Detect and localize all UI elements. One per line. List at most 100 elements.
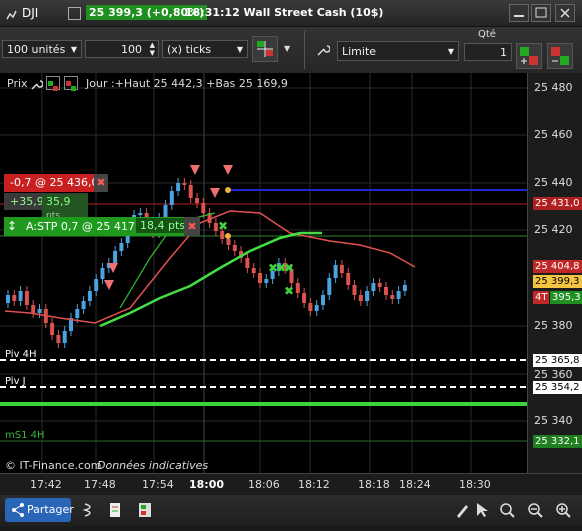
- share-button[interactable]: Partager: [5, 498, 74, 522]
- candle-body: [365, 291, 370, 301]
- sell-button[interactable]: [547, 43, 573, 69]
- candle-body: [314, 305, 319, 311]
- checkbox-icon[interactable]: [68, 7, 81, 20]
- candle-body: [56, 335, 61, 343]
- candle-body: [50, 323, 55, 335]
- quantity-select-value: 100 unités: [7, 43, 66, 56]
- candle-body: [258, 273, 262, 283]
- candle-body: [308, 303, 313, 311]
- indicators-icon[interactable]: [82, 501, 98, 519]
- step-value: 100: [121, 43, 142, 56]
- candle-body: [339, 265, 344, 273]
- candle-body: [358, 295, 363, 301]
- time-and-instrument: 18:31:12 Wall Street Cash (10$): [185, 6, 384, 19]
- share-label: Partager: [27, 503, 74, 516]
- candle-body: [396, 291, 401, 299]
- quantity-select[interactable]: 100 unités ▼: [2, 40, 82, 58]
- wrench-icon[interactable]: [30, 76, 44, 90]
- candle-body: [94, 279, 99, 291]
- daily-high-low: Jour :+Haut 25 442,3 +Bas 25 169,9: [86, 77, 288, 90]
- y-tick: 25 340: [534, 414, 573, 427]
- candle-body: [37, 309, 42, 313]
- candle-body: [352, 285, 357, 295]
- step-stepper[interactable]: 100 ▲ ▼: [85, 40, 159, 58]
- candle-body: [188, 185, 193, 198]
- badge-ma-fast: 25 404,8: [533, 260, 582, 273]
- candle-body: [327, 278, 332, 295]
- candle-body: [12, 295, 17, 301]
- price-chart[interactable]: ✖ ✖ ✖ ✖ ✖ Prix Jour :+Haut 25 442,3 +Bas 25 …: [0, 73, 527, 473]
- zoom-fit-icon[interactable]: [498, 501, 516, 519]
- step-unit-select[interactable]: (x) ticks ▼: [162, 40, 248, 58]
- candle-body: [113, 251, 118, 263]
- drag-handle-icon[interactable]: ↕: [7, 219, 17, 233]
- price-axis[interactable]: 25 480 25 460 25 440 25 431,0 25 420 25 …: [527, 73, 582, 473]
- x-tick: 18:00: [189, 478, 225, 491]
- order-type-select[interactable]: Limite ▼: [337, 41, 459, 61]
- order-list-icon[interactable]: [137, 501, 153, 519]
- signal-markers: ✖✖✖✖✖: [218, 219, 294, 298]
- candle-body: [195, 198, 199, 203]
- pivot-4h-label: Piv 4H: [5, 349, 37, 360]
- maximize-button[interactable]: [531, 4, 551, 22]
- x-tick: 17:42: [30, 478, 62, 491]
- badge-4t: 4T: [533, 291, 550, 304]
- zoom-out-icon[interactable]: [526, 501, 544, 519]
- y-tick: 25 480: [534, 81, 573, 94]
- stop-order-tag[interactable]: ↕ A:STP 0,7 @ 25 417,6 18,4 pts ✖: [4, 217, 200, 236]
- minimize-button[interactable]: [509, 4, 529, 22]
- badge-ma-slow: 395,3: [550, 291, 582, 304]
- candle-body: [264, 279, 269, 283]
- close-icon[interactable]: ✖: [184, 217, 200, 236]
- time-axis[interactable]: 17:42 17:48 17:54 18:00 18:06 18:12 18:1…: [0, 473, 582, 496]
- quantity-input[interactable]: 1: [464, 43, 512, 61]
- add-stop-icon[interactable]: [64, 76, 78, 91]
- x-tick: 17:48: [84, 478, 116, 491]
- zoom-in-icon[interactable]: [554, 501, 572, 519]
- candle-body: [321, 295, 325, 305]
- wrench-icon[interactable]: [316, 42, 331, 56]
- candle-body: [62, 331, 67, 343]
- chevron-down-icon: ▼: [236, 45, 243, 54]
- copyright-label: © IT-Finance.com: [5, 459, 102, 472]
- chevron-down-icon[interactable]: ▼: [284, 44, 290, 53]
- sell-order-tag[interactable]: -0,7 @ 25 436,0 ✖: [4, 174, 108, 192]
- step-unit-value: (x) ticks: [167, 43, 212, 56]
- x-tick: 17:54: [142, 478, 174, 491]
- badge-level: 25 431,0: [533, 197, 582, 210]
- y-tick: 25 420: [534, 223, 573, 236]
- y-tick: 25 360: [534, 368, 573, 381]
- y-tick: 25 440: [534, 176, 573, 189]
- candle-body: [245, 258, 250, 268]
- candle-body: [81, 301, 86, 309]
- candle-body: [226, 239, 231, 245]
- badge-pivot-j: 25 354,2: [533, 381, 582, 394]
- chart-type-icon[interactable]: [5, 6, 17, 20]
- buy-button[interactable]: [516, 43, 542, 69]
- stepper-arrows-icon[interactable]: ▲ ▼: [150, 41, 155, 57]
- x-tick: 18:06: [248, 478, 280, 491]
- badge-ms1: 25 332,1: [533, 435, 582, 448]
- x-tick: 18:12: [298, 478, 330, 491]
- svg-text:✖: ✖: [284, 284, 294, 298]
- candle-body: [371, 283, 376, 291]
- position-tools-button[interactable]: [252, 36, 278, 62]
- candle-body: [87, 291, 92, 301]
- notes-icon[interactable]: [108, 501, 122, 519]
- pnl-tag: +35,9 35,9 pts: [4, 193, 88, 222]
- candle-body: [119, 243, 124, 251]
- y-tick: 25 380: [534, 319, 573, 332]
- close-button[interactable]: [555, 4, 575, 22]
- badge-last-price: 25 399,3: [533, 275, 582, 288]
- cursor-icon[interactable]: [474, 501, 490, 519]
- svg-text:✖: ✖: [284, 261, 294, 275]
- add-order-icon[interactable]: [46, 76, 60, 91]
- candle-body: [201, 203, 206, 213]
- candle-body: [251, 268, 256, 273]
- close-icon[interactable]: ✖: [94, 174, 108, 192]
- candle-body: [232, 245, 237, 251]
- pencil-icon[interactable]: [454, 501, 470, 519]
- svg-text:✖: ✖: [218, 219, 228, 233]
- divider: [304, 31, 305, 69]
- symbol-label[interactable]: DJI: [22, 6, 38, 20]
